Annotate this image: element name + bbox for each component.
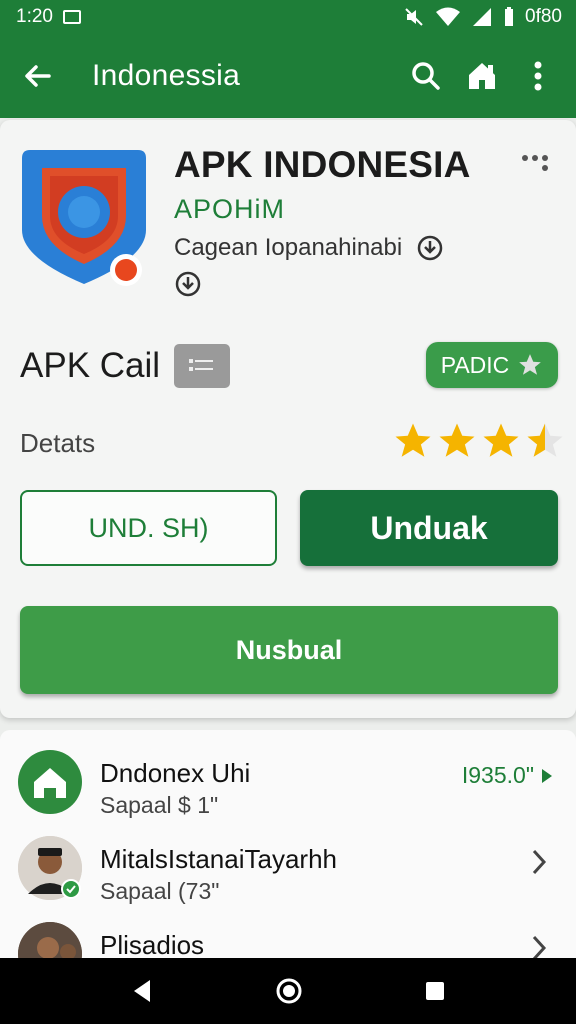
status-bar: 1:20 0f80 bbox=[0, 0, 576, 34]
home-icon bbox=[34, 768, 66, 798]
star-half-icon bbox=[527, 423, 563, 457]
list-item-subtitle: Sapaal $ 1" bbox=[100, 792, 219, 818]
secondary-download-button[interactable]: UND. SH) bbox=[20, 490, 277, 566]
avatar bbox=[18, 922, 82, 960]
card-more-button[interactable] bbox=[520, 150, 550, 179]
notification-icon bbox=[62, 10, 81, 24]
back-button[interactable] bbox=[16, 54, 60, 98]
battery-text: 0f80 bbox=[525, 6, 562, 27]
arrow-left-icon bbox=[25, 65, 51, 87]
star-icon bbox=[483, 423, 519, 457]
list-item-subtitle: Sapaal (73" bbox=[100, 878, 220, 904]
star-icon bbox=[395, 423, 431, 457]
chevron-right-icon bbox=[542, 768, 552, 783]
app-category: Cagean Iopanahinabi bbox=[174, 234, 444, 262]
nav-home-icon[interactable] bbox=[275, 977, 303, 1005]
list-item[interactable]: Plisadios bbox=[0, 912, 576, 960]
app-name: APK INDONESIA bbox=[174, 144, 471, 185]
avatar bbox=[18, 836, 82, 900]
app-code: APOHiM bbox=[174, 194, 286, 224]
chevron-right-icon bbox=[532, 849, 547, 875]
tag-chip[interactable] bbox=[174, 344, 231, 388]
chevron-right bbox=[530, 934, 548, 960]
more-horiz-icon bbox=[522, 155, 548, 171]
list-item-title: Plisadios bbox=[100, 930, 205, 960]
list-item[interactable]: MitalsIstanaiTayarhh Sapaal (73" bbox=[0, 826, 576, 912]
app-bar: Indonessia bbox=[0, 34, 576, 118]
battery-icon bbox=[505, 7, 514, 26]
search-button[interactable] bbox=[404, 54, 448, 98]
badge-label: PADIC bbox=[440, 351, 510, 378]
avatar bbox=[18, 750, 82, 814]
shield-app-icon bbox=[22, 150, 146, 286]
star-icon bbox=[439, 423, 475, 457]
nav-recents-icon[interactable] bbox=[424, 980, 446, 1002]
mute-icon bbox=[405, 8, 423, 26]
nav-back-icon[interactable] bbox=[130, 978, 154, 1004]
person-photo-icon bbox=[18, 922, 82, 960]
person-photo-icon bbox=[18, 836, 82, 900]
home-button[interactable] bbox=[460, 54, 504, 98]
list-item[interactable]: Dndonex Uhi Sapaal $ 1" I935.0" bbox=[0, 740, 576, 826]
star-icon bbox=[519, 354, 542, 375]
section-title: APK Cail bbox=[20, 344, 231, 388]
download-small[interactable] bbox=[174, 270, 202, 303]
chevron-right-icon bbox=[532, 935, 547, 960]
list-item-title: Dndonex Uhi bbox=[100, 758, 251, 788]
status-badge[interactable]: PADIC bbox=[426, 342, 558, 388]
section-title-text: APK Cail bbox=[20, 346, 161, 385]
more-vert-icon bbox=[534, 61, 542, 91]
page-title: Indonessia bbox=[92, 59, 241, 92]
wide-action-button[interactable]: Nusbual bbox=[20, 606, 558, 694]
related-list: Dndonex Uhi Sapaal $ 1" I935.0" MitalsIs… bbox=[0, 730, 576, 960]
list-item-meta-text: I935.0" bbox=[461, 762, 534, 788]
app-detail-card: APK INDONESIA APOHiM Cagean Iopanahinabi… bbox=[0, 120, 576, 718]
download-circle-icon bbox=[175, 271, 201, 297]
system-nav-bar bbox=[0, 958, 576, 1024]
download-circle-icon[interactable] bbox=[416, 234, 444, 262]
more-menu-button[interactable] bbox=[516, 54, 560, 98]
list-item-meta: I935.0" bbox=[462, 762, 554, 789]
wifi-icon bbox=[436, 7, 461, 26]
app-category-label: Cagean Iopanahinabi bbox=[174, 234, 403, 261]
status-time: 1:20 bbox=[16, 6, 53, 27]
list-icon bbox=[189, 359, 214, 371]
list-item-title: MitalsIstanaiTayarhh bbox=[100, 844, 337, 874]
home-icon bbox=[469, 63, 495, 89]
signal-icon bbox=[473, 8, 492, 26]
star-rating bbox=[392, 420, 566, 462]
details-label: Detats bbox=[20, 428, 96, 458]
chevron-right bbox=[530, 848, 548, 881]
search-icon bbox=[412, 62, 440, 90]
download-button[interactable]: Unduak bbox=[300, 490, 558, 566]
